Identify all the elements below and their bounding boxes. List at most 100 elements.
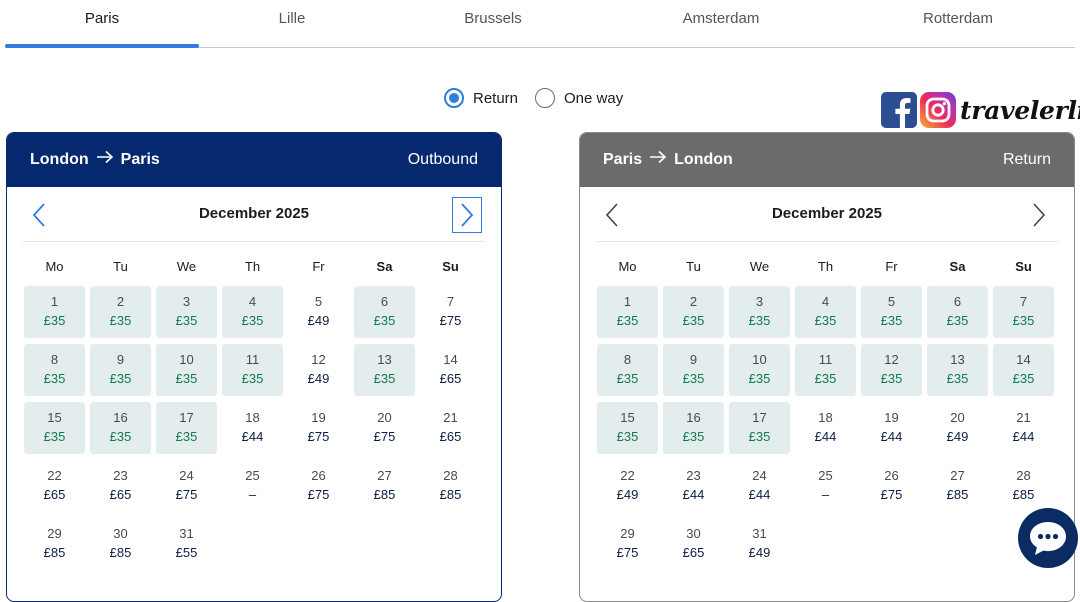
calendar-day[interactable]: 4 £35 bbox=[795, 286, 856, 338]
day-number: 1 bbox=[623, 294, 632, 309]
tab-lille[interactable]: Lille bbox=[199, 0, 385, 47]
calendar-day[interactable]: 10 £35 bbox=[729, 344, 790, 396]
day-price: £75 bbox=[175, 487, 198, 502]
calendar-day[interactable]: 15 £35 bbox=[24, 402, 85, 454]
calendar-day[interactable]: 2 £35 bbox=[663, 286, 724, 338]
day-price: £35 bbox=[748, 371, 771, 386]
day-number: 27 bbox=[377, 468, 392, 483]
day-number: 24 bbox=[179, 468, 194, 483]
day-number: 29 bbox=[47, 526, 62, 541]
calendar-day[interactable]: 26 £75 bbox=[861, 460, 922, 512]
calendar-day[interactable]: 3 £35 bbox=[156, 286, 217, 338]
chevron-left-icon bbox=[605, 203, 618, 227]
calendar-day[interactable]: 27 £85 bbox=[927, 460, 988, 512]
calendar-day[interactable]: 22 £65 bbox=[24, 460, 85, 512]
calendar-day[interactable]: 6 £35 bbox=[354, 286, 415, 338]
calendar-day[interactable]: 16 £35 bbox=[90, 402, 151, 454]
calendar-day[interactable]: 24 £75 bbox=[156, 460, 217, 512]
day-number: 3 bbox=[755, 294, 764, 309]
calendar-day[interactable]: 20 £49 bbox=[927, 402, 988, 454]
calendar-day[interactable]: 31 £55 bbox=[156, 518, 217, 570]
tab-rotterdam[interactable]: Rotterdam bbox=[841, 0, 1075, 47]
one-way-radio-label: One way bbox=[564, 89, 624, 107]
calendar-day[interactable]: 2 £35 bbox=[90, 286, 151, 338]
calendar-day[interactable]: 21 £44 bbox=[993, 402, 1054, 454]
day-price: £44 bbox=[241, 429, 264, 444]
calendar-day[interactable]: 25 – bbox=[222, 460, 283, 512]
tab-amsterdam[interactable]: Amsterdam bbox=[601, 0, 841, 47]
calendar-day[interactable]: 28 £85 bbox=[420, 460, 481, 512]
calendar-day[interactable]: 29 £75 bbox=[597, 518, 658, 570]
calendar-day[interactable]: 6 £35 bbox=[927, 286, 988, 338]
day-number: 19 bbox=[311, 410, 326, 425]
calendar-day[interactable]: 8 £35 bbox=[597, 344, 658, 396]
calendar-day[interactable]: 21 £65 bbox=[420, 402, 481, 454]
calendar-day[interactable]: 31 £49 bbox=[729, 518, 790, 570]
calendar-day[interactable]: 22 £49 bbox=[597, 460, 658, 512]
chat-button[interactable] bbox=[1018, 508, 1078, 568]
calendar-day[interactable]: 30 £65 bbox=[663, 518, 724, 570]
calendar-day[interactable]: 16 £35 bbox=[663, 402, 724, 454]
day-number: 21 bbox=[443, 410, 458, 425]
calendar-day[interactable]: 5 £49 bbox=[288, 286, 349, 338]
calendar-day[interactable]: 1 £35 bbox=[24, 286, 85, 338]
calendar-day[interactable]: 14 £65 bbox=[420, 344, 481, 396]
calendar-day[interactable]: 15 £35 bbox=[597, 402, 658, 454]
calendar-day[interactable]: 10 £35 bbox=[156, 344, 217, 396]
calendar-day[interactable]: 14 £35 bbox=[993, 344, 1054, 396]
calendar-day[interactable]: 4 £35 bbox=[222, 286, 283, 338]
calendar-day[interactable]: 19 £75 bbox=[288, 402, 349, 454]
month-navigation: December 2025 bbox=[23, 187, 485, 242]
chat-icon bbox=[1030, 522, 1066, 555]
tab-brussels[interactable]: Brussels bbox=[385, 0, 601, 47]
calendar-day[interactable]: 12 £35 bbox=[861, 344, 922, 396]
calendar-day[interactable]: 30 £85 bbox=[90, 518, 151, 570]
previous-month-button[interactable] bbox=[23, 197, 55, 233]
calendar-day[interactable]: 23 £65 bbox=[90, 460, 151, 512]
next-month-button[interactable] bbox=[452, 197, 482, 233]
day-number: 8 bbox=[50, 352, 59, 367]
calendar-day[interactable]: 19 £44 bbox=[861, 402, 922, 454]
calendar-day[interactable]: 17 £35 bbox=[729, 402, 790, 454]
calendar-day[interactable]: 18 £44 bbox=[795, 402, 856, 454]
calendar-day[interactable]: 1 £35 bbox=[597, 286, 658, 338]
calendar-day[interactable]: 11 £35 bbox=[222, 344, 283, 396]
calendar-day[interactable]: 28 £85 bbox=[993, 460, 1054, 512]
calendar-day[interactable]: 26 £75 bbox=[288, 460, 349, 512]
day-number: 27 bbox=[950, 468, 965, 483]
day-price: £75 bbox=[439, 313, 462, 328]
day-price: £55 bbox=[175, 545, 198, 560]
calendar-day[interactable]: 18 £44 bbox=[222, 402, 283, 454]
calendar-day[interactable]: 9 £35 bbox=[663, 344, 724, 396]
calendar-day[interactable]: 13 £35 bbox=[927, 344, 988, 396]
calendar-day[interactable]: 9 £35 bbox=[90, 344, 151, 396]
previous-month-button[interactable] bbox=[596, 197, 628, 233]
return-radio[interactable]: Return bbox=[444, 86, 518, 110]
weekday-label: Fr bbox=[885, 259, 898, 274]
calendar-day[interactable]: 11 £35 bbox=[795, 344, 856, 396]
calendar-day[interactable]: 25 – bbox=[795, 460, 856, 512]
one-way-radio[interactable]: One way bbox=[535, 86, 623, 110]
day-number: 18 bbox=[245, 410, 260, 425]
calendar-day[interactable]: 27 £85 bbox=[354, 460, 415, 512]
day-number: 25 bbox=[245, 468, 260, 483]
next-month-button[interactable] bbox=[1023, 197, 1055, 233]
calendar-day[interactable]: 17 £35 bbox=[156, 402, 217, 454]
calendar-day[interactable]: 5 £35 bbox=[861, 286, 922, 338]
calendar-day[interactable]: 24 £44 bbox=[729, 460, 790, 512]
calendar-day[interactable]: 7 £75 bbox=[420, 286, 481, 338]
calendar-day[interactable]: 13 £35 bbox=[354, 344, 415, 396]
calendar-day[interactable]: 29 £85 bbox=[24, 518, 85, 570]
calendar-day[interactable]: 23 £44 bbox=[663, 460, 724, 512]
day-number: 31 bbox=[179, 526, 194, 541]
calendar-day[interactable]: 8 £35 bbox=[24, 344, 85, 396]
calendar-day[interactable]: 3 £35 bbox=[729, 286, 790, 338]
tab-paris[interactable]: Paris bbox=[5, 0, 199, 48]
calendar-day[interactable]: 20 £75 bbox=[354, 402, 415, 454]
calendar-day[interactable]: 7 £35 bbox=[993, 286, 1054, 338]
day-number: 28 bbox=[1016, 468, 1031, 483]
day-price: £85 bbox=[1012, 487, 1035, 502]
day-number: 6 bbox=[953, 294, 962, 309]
calendar-day[interactable]: 12 £49 bbox=[288, 344, 349, 396]
day-number: 25 bbox=[818, 468, 833, 483]
